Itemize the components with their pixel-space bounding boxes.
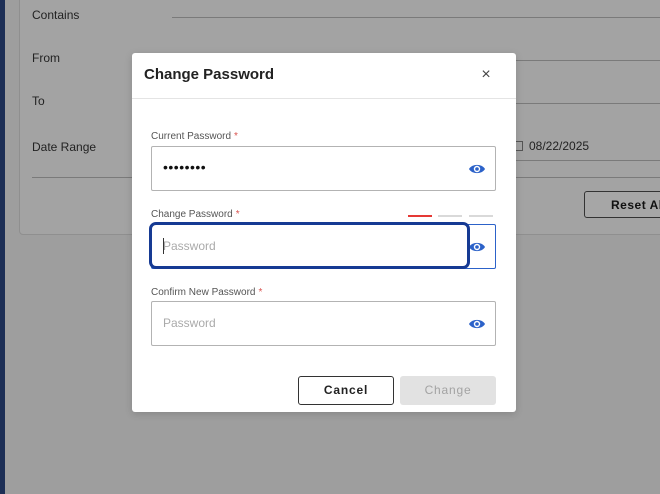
current-password-input[interactable]: •••••••• [151,146,496,191]
contains-field-underline[interactable] [172,17,660,18]
change-button[interactable]: Change [400,376,496,405]
confirm-password-input[interactable]: Password [151,301,496,346]
confirm-password-label-text: Confirm New Password [151,287,256,298]
current-password-value: •••••••• [163,159,207,175]
current-password-label-text: Current Password [151,131,232,142]
date-range-end[interactable]: 08/22/2025 [514,139,589,153]
confirm-password-placeholder: Password [163,316,216,330]
change-password-input[interactable]: Password [151,224,496,269]
change-password-label-text: Change Password [151,209,233,220]
required-mark: * [234,131,238,142]
show-password-eye-icon[interactable] [468,240,486,254]
contains-label: Contains [32,8,80,22]
left-sidebar-strip [0,0,5,494]
required-mark: * [258,287,263,298]
date-range-end-value: 08/22/2025 [529,139,590,153]
from-field-underline[interactable] [516,60,660,61]
show-password-eye-icon[interactable] [468,317,486,331]
confirm-password-label: Confirm New Password * [151,287,262,298]
date-range-underline [516,160,660,161]
dialog-header: Change Password × [132,53,516,99]
current-password-label: Current Password * [151,131,238,142]
change-password-label: Change Password * [151,209,240,220]
change-password-placeholder: Password [163,239,216,253]
strength-bar-2 [438,215,462,217]
close-icon[interactable]: × [476,65,496,85]
to-field-underline[interactable] [516,103,660,104]
change-password-dialog: Change Password × Current Password * ••••… [132,53,516,412]
from-label: From [32,51,60,65]
strength-bar-3 [469,215,493,217]
show-password-eye-icon[interactable] [468,162,486,176]
strength-bar-1 [408,215,432,217]
reset-all-button[interactable]: Reset Al [584,191,660,218]
date-range-label: Date Range [32,140,97,154]
to-label: To [32,94,45,108]
dialog-title: Change Password [144,66,275,83]
cancel-button[interactable]: Cancel [298,376,394,405]
required-mark: * [235,209,240,220]
